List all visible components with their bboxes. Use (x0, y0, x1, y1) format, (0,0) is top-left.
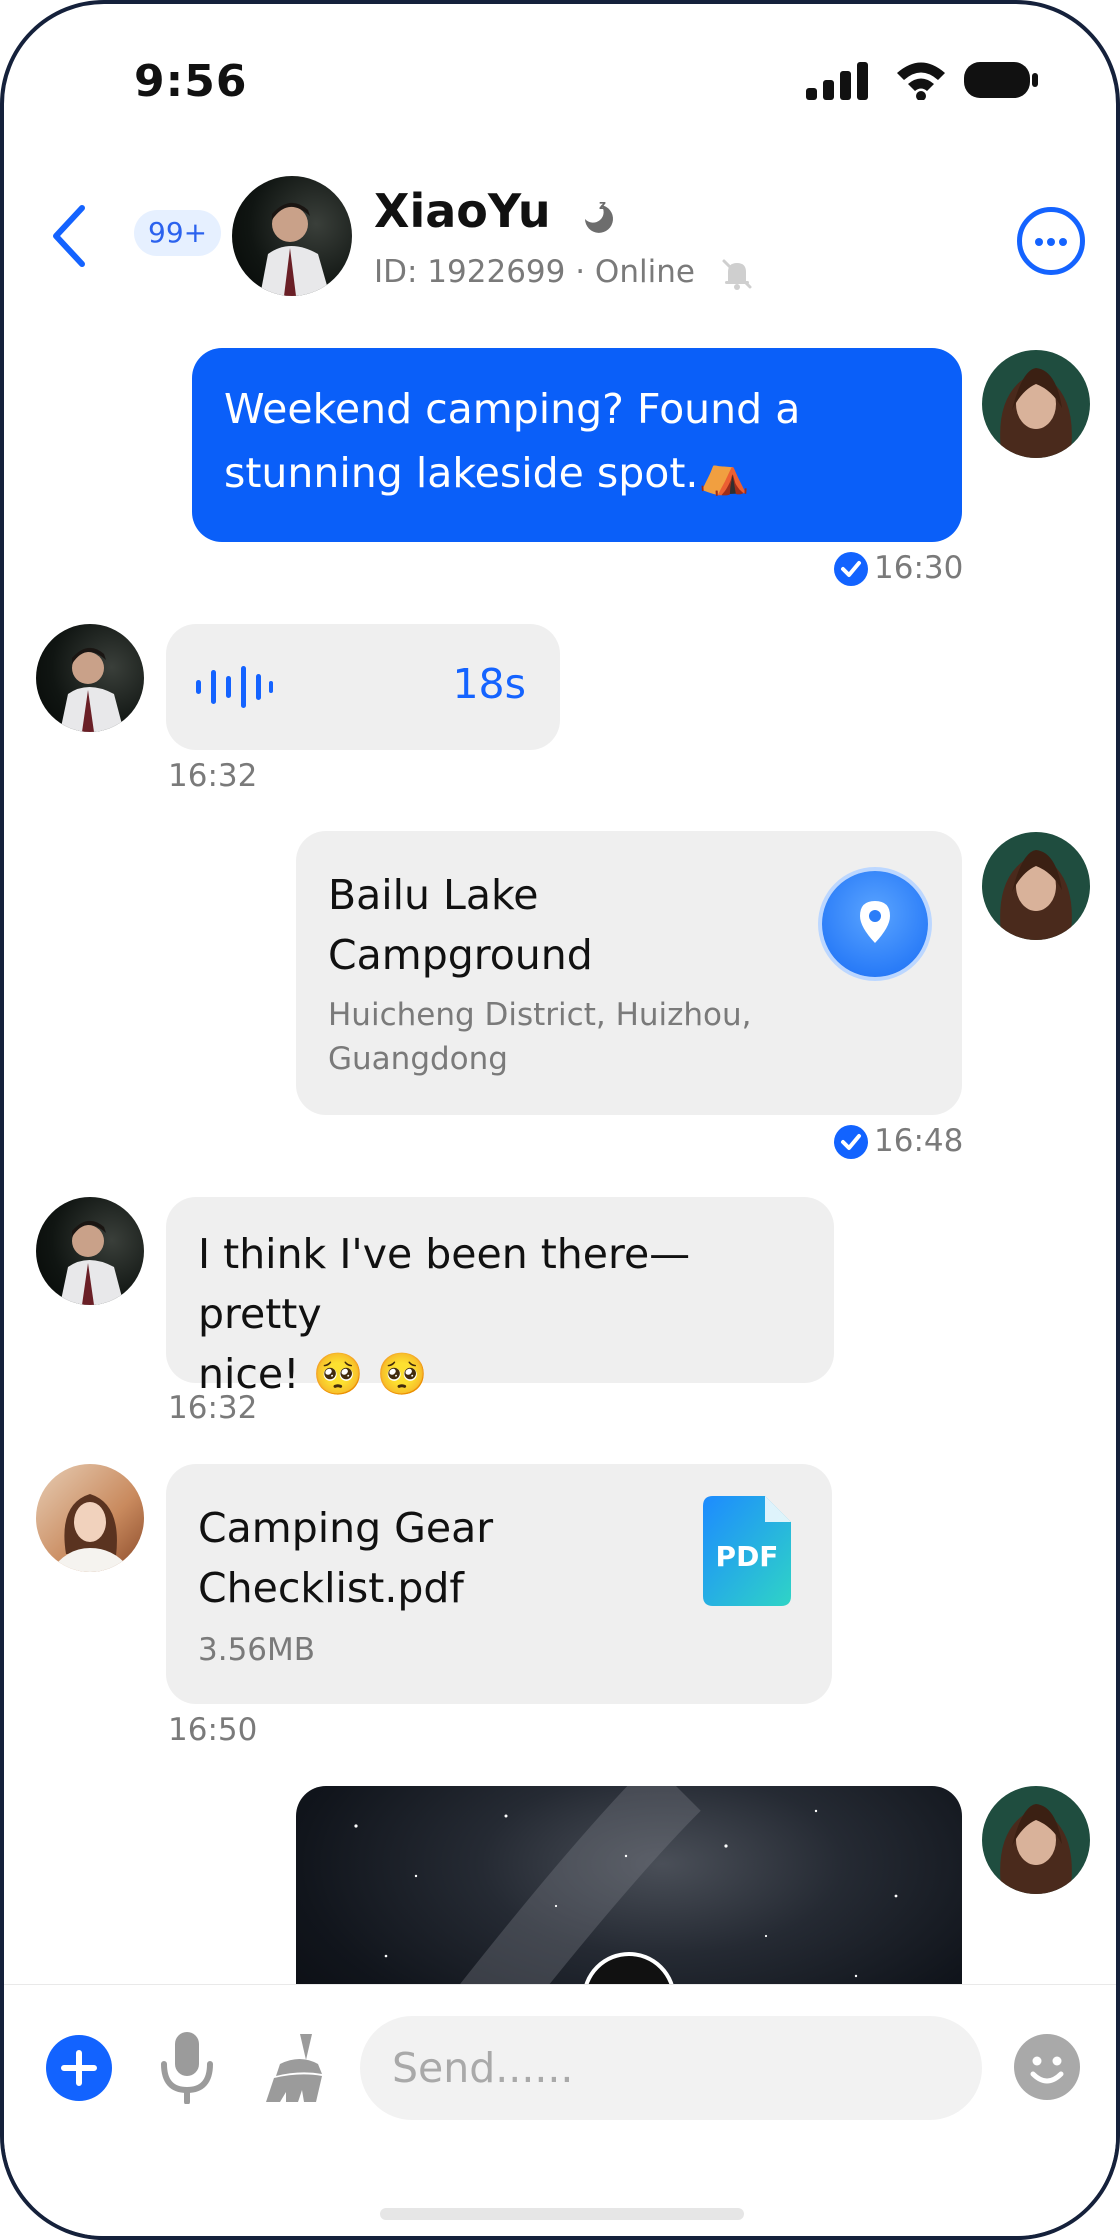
contact-name-text: XiaoYu (374, 184, 551, 238)
mute-bell-icon (722, 259, 752, 290)
svg-text:z: z (599, 198, 606, 212)
my-avatar[interactable] (982, 832, 1090, 940)
voice-duration: 18s (452, 660, 526, 708)
my-avatar[interactable] (982, 1786, 1090, 1894)
message-text-line: nice! 🥺 🥺 (198, 1350, 428, 1398)
contact-avatar[interactable] (232, 176, 352, 296)
location-address: Huicheng District, Huizhou, (328, 997, 752, 1033)
read-check-icon (834, 552, 868, 586)
microphone-button[interactable] (156, 2030, 218, 2105)
more-icon (1035, 238, 1043, 246)
phone-frame: 9:56 99+ XiaoYu z ID: 1922699 · Online W… (0, 0, 1120, 2240)
location-message-bubble[interactable]: Bailu Lake Campground Huicheng District,… (296, 831, 962, 1115)
microphone-icon (161, 2032, 213, 2105)
pdf-file-icon-label: PDF (715, 1540, 779, 1573)
battery-icon (964, 62, 1038, 98)
wifi-icon (897, 62, 945, 100)
voice-wave-icon (196, 666, 273, 708)
clean-broom-icon (266, 2034, 322, 2102)
sender-avatar[interactable] (36, 1464, 144, 1572)
home-indicator (380, 2208, 744, 2220)
contact-status: ID: 1922699 · Online (374, 254, 755, 292)
plus-button[interactable] (46, 2035, 112, 2101)
unread-badge[interactable]: 99+ (134, 210, 222, 256)
message-bubble-outgoing[interactable]: Weekend camping? Found a stunning lakesi… (192, 348, 962, 542)
message-timestamp: 16:50 (168, 1712, 258, 1748)
contact-avatar-small[interactable] (36, 1197, 144, 1305)
file-message-bubble[interactable]: Camping Gear Checklist.pdf 3.56MB PDF (166, 1464, 832, 1704)
message-timestamp: 16:32 (168, 758, 258, 794)
message-timestamp: 16:32 (168, 1390, 258, 1426)
my-avatar[interactable] (982, 350, 1090, 458)
signal-icon (806, 62, 868, 100)
contact-name: XiaoYu z (374, 184, 615, 238)
location-address: Guangdong (328, 1041, 508, 1077)
clean-button[interactable] (260, 2030, 328, 2104)
emoji-icon (1030, 2056, 1064, 2084)
message-bubble-incoming[interactable]: I think I've been there—pretty nice! 🥺 🥺 (166, 1197, 834, 1398)
file-size: 3.56MB (198, 1632, 316, 1668)
status-time: 9:56 (134, 56, 248, 107)
message-timestamp: 16:48 (874, 1123, 964, 1159)
contact-status-text: ID: 1922699 · Online (374, 254, 695, 290)
voice-message-bubble[interactable]: 18s (166, 624, 560, 750)
read-check-icon (834, 1125, 868, 1159)
message-text-line: I think I've been there—pretty (198, 1230, 691, 1338)
message-timestamp: 16:30 (874, 550, 964, 586)
emoji-button[interactable] (1014, 2034, 1080, 2100)
location-pin-icon (822, 871, 928, 977)
message-text-line: stunning lakeside spot.⛺ (224, 449, 750, 497)
more-options-button[interactable] (1017, 207, 1085, 275)
contact-avatar-small[interactable] (36, 624, 144, 732)
message-input[interactable] (360, 2016, 982, 2120)
back-button[interactable] (48, 202, 92, 270)
pdf-file-icon: PDF (703, 1496, 791, 1606)
plus-icon (61, 2050, 97, 2086)
back-chevron-icon (53, 205, 85, 267)
sleep-moon-icon: z (584, 198, 613, 233)
message-text-line: Weekend camping? Found a (224, 385, 801, 433)
